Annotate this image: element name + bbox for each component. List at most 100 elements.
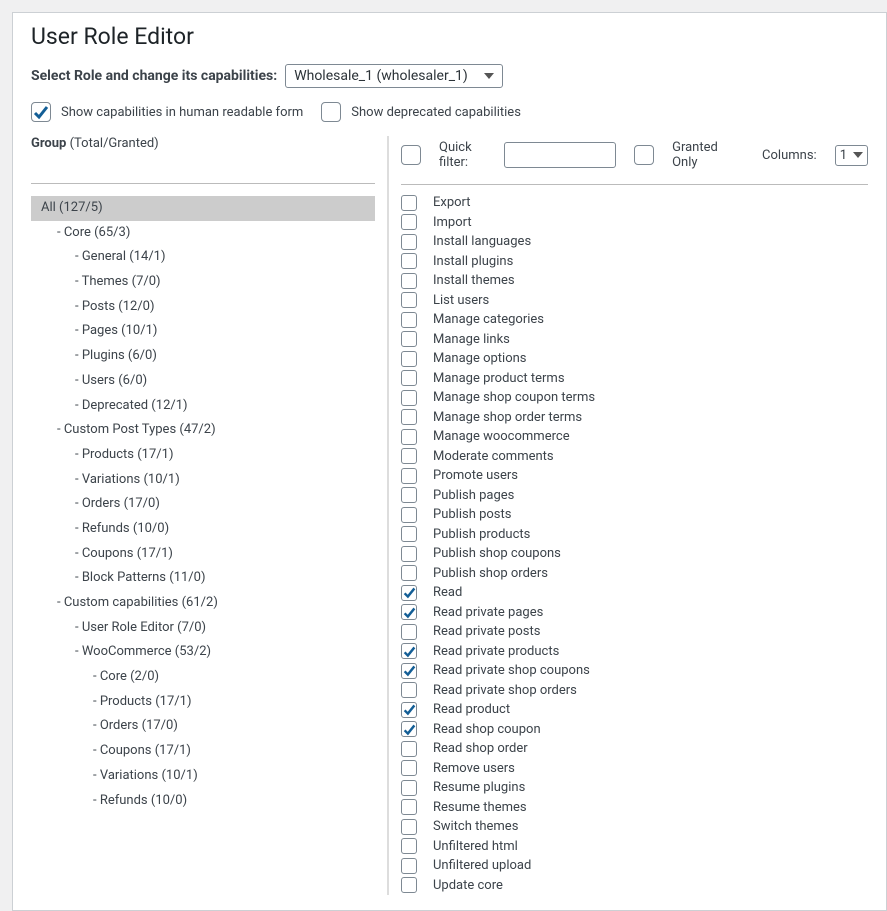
tree-item[interactable]: - Orders (17/0) xyxy=(31,492,375,517)
capability-checkbox[interactable] xyxy=(401,507,417,523)
tree-item[interactable]: - Coupons (17/1) xyxy=(31,739,375,764)
capability-checkbox[interactable] xyxy=(401,234,417,250)
capability-checkbox[interactable] xyxy=(401,526,417,542)
capability-label[interactable]: Read shop order xyxy=(433,739,528,759)
capability-checkbox[interactable] xyxy=(401,838,417,854)
capability-label[interactable]: Publish shop orders xyxy=(433,564,548,584)
tree-item[interactable]: - Products (17/1) xyxy=(31,690,375,715)
capability-label[interactable]: Install languages xyxy=(433,232,531,252)
tree-item[interactable]: - Custom Post Types (47/2) xyxy=(31,418,375,443)
capability-label[interactable]: Read product xyxy=(433,700,510,720)
capability-label[interactable]: Read private pages xyxy=(433,603,543,623)
capability-checkbox[interactable] xyxy=(401,487,417,503)
capability-label[interactable]: Manage shop coupon terms xyxy=(433,388,595,408)
capability-label[interactable]: List users xyxy=(433,291,489,311)
capability-checkbox[interactable] xyxy=(401,546,417,562)
granted-only-checkbox[interactable] xyxy=(634,145,654,165)
capability-checkbox[interactable] xyxy=(401,409,417,425)
capability-label[interactable]: Read private shop orders xyxy=(433,681,577,701)
capability-checkbox[interactable] xyxy=(401,585,417,601)
tree-item[interactable]: - Themes (7/0) xyxy=(31,270,375,295)
capability-checkbox[interactable] xyxy=(401,799,417,815)
tree-item[interactable]: - Custom capabilities (61/2) xyxy=(31,591,375,616)
capability-checkbox[interactable] xyxy=(401,760,417,776)
capability-checkbox[interactable] xyxy=(401,819,417,835)
tree-item[interactable]: - Products (17/1) xyxy=(31,443,375,468)
tree-item[interactable]: - Block Patterns (11/0) xyxy=(31,566,375,591)
capability-checkbox[interactable] xyxy=(401,214,417,230)
capability-checkbox[interactable] xyxy=(401,351,417,367)
tree-item[interactable]: - Plugins (6/0) xyxy=(31,344,375,369)
tree-item[interactable]: - User Role Editor (7/0) xyxy=(31,616,375,641)
tree-item[interactable]: - Pages (10/1) xyxy=(31,319,375,344)
capability-label[interactable]: Publish pages xyxy=(433,486,514,506)
human-readable-checkbox[interactable] xyxy=(31,102,51,122)
capability-checkbox[interactable] xyxy=(401,565,417,581)
select-all-checkbox[interactable] xyxy=(401,145,421,165)
capability-checkbox[interactable] xyxy=(401,604,417,620)
tree-item[interactable]: - Refunds (10/0) xyxy=(31,517,375,542)
capability-checkbox[interactable] xyxy=(401,312,417,328)
capability-checkbox[interactable] xyxy=(401,448,417,464)
capability-checkbox[interactable] xyxy=(401,390,417,406)
capability-checkbox[interactable] xyxy=(401,721,417,737)
capability-label[interactable]: Read shop coupon xyxy=(433,720,541,740)
tree-item[interactable]: - Refunds (10/0) xyxy=(31,789,375,814)
capability-label[interactable]: Install plugins xyxy=(433,252,513,272)
quick-filter-input[interactable] xyxy=(504,142,616,168)
columns-select[interactable]: 1 xyxy=(835,145,868,166)
tree-item[interactable]: - Core (2/0) xyxy=(31,665,375,690)
capability-label[interactable]: Manage woocommerce xyxy=(433,427,570,447)
capability-label[interactable]: Publish products xyxy=(433,525,530,545)
capability-checkbox[interactable] xyxy=(401,702,417,718)
tree-item[interactable]: - Coupons (17/1) xyxy=(31,542,375,567)
capability-label[interactable]: Read private shop coupons xyxy=(433,661,590,681)
capability-checkbox[interactable] xyxy=(401,370,417,386)
capability-label[interactable]: Moderate comments xyxy=(433,447,554,467)
capability-checkbox[interactable] xyxy=(401,858,417,874)
capability-label[interactable]: Promote users xyxy=(433,466,518,486)
tree-item[interactable]: - Users (6/0) xyxy=(31,369,375,394)
capability-checkbox[interactable] xyxy=(401,195,417,211)
role-select[interactable]: Wholesale_1 (wholesaler_1) xyxy=(285,64,503,88)
capability-checkbox[interactable] xyxy=(401,663,417,679)
tree-item[interactable]: - Variations (10/1) xyxy=(31,764,375,789)
capability-checkbox[interactable] xyxy=(401,468,417,484)
capability-label[interactable]: Remove users xyxy=(433,759,515,779)
capability-label[interactable]: Manage links xyxy=(433,330,510,350)
capability-label[interactable]: Unfiltered upload xyxy=(433,856,531,876)
tree-item[interactable]: - General (14/1) xyxy=(31,245,375,270)
capability-label[interactable]: Export xyxy=(433,193,471,213)
tree-item[interactable]: - WooCommerce (53/2) xyxy=(31,640,375,665)
capability-label[interactable]: Resume themes xyxy=(433,798,527,818)
capability-label[interactable]: Read xyxy=(433,583,462,603)
capability-label[interactable]: Publish posts xyxy=(433,505,511,525)
tree-item[interactable]: All (127/5) xyxy=(31,196,375,221)
tree-item[interactable]: - Deprecated (12/1) xyxy=(31,394,375,419)
capability-label[interactable]: Read private posts xyxy=(433,622,540,642)
capability-checkbox[interactable] xyxy=(401,643,417,659)
capability-checkbox[interactable] xyxy=(401,780,417,796)
capability-label[interactable]: Import xyxy=(433,213,472,233)
tree-item[interactable]: - Orders (17/0) xyxy=(31,714,375,739)
capability-checkbox[interactable] xyxy=(401,741,417,757)
capability-label[interactable]: Manage categories xyxy=(433,310,544,330)
deprecated-checkbox[interactable] xyxy=(321,102,341,122)
tree-item[interactable]: - Posts (12/0) xyxy=(31,295,375,320)
capability-checkbox[interactable] xyxy=(401,624,417,640)
capability-label[interactable]: Install themes xyxy=(433,271,515,291)
capability-checkbox[interactable] xyxy=(401,331,417,347)
capability-checkbox[interactable] xyxy=(401,877,417,893)
tree-item[interactable]: - Variations (10/1) xyxy=(31,468,375,493)
capability-checkbox[interactable] xyxy=(401,273,417,289)
capability-label[interactable]: Manage product terms xyxy=(433,369,565,389)
capability-label[interactable]: Resume plugins xyxy=(433,778,525,798)
capability-label[interactable]: Manage shop order terms xyxy=(433,408,582,428)
capability-label[interactable]: Switch themes xyxy=(433,817,518,837)
capability-checkbox[interactable] xyxy=(401,429,417,445)
tree-item[interactable]: - Core (65/3) xyxy=(31,221,375,246)
capability-label[interactable]: Publish shop coupons xyxy=(433,544,561,564)
capability-checkbox[interactable] xyxy=(401,682,417,698)
capability-label[interactable]: Manage options xyxy=(433,349,527,369)
capability-checkbox[interactable] xyxy=(401,253,417,269)
